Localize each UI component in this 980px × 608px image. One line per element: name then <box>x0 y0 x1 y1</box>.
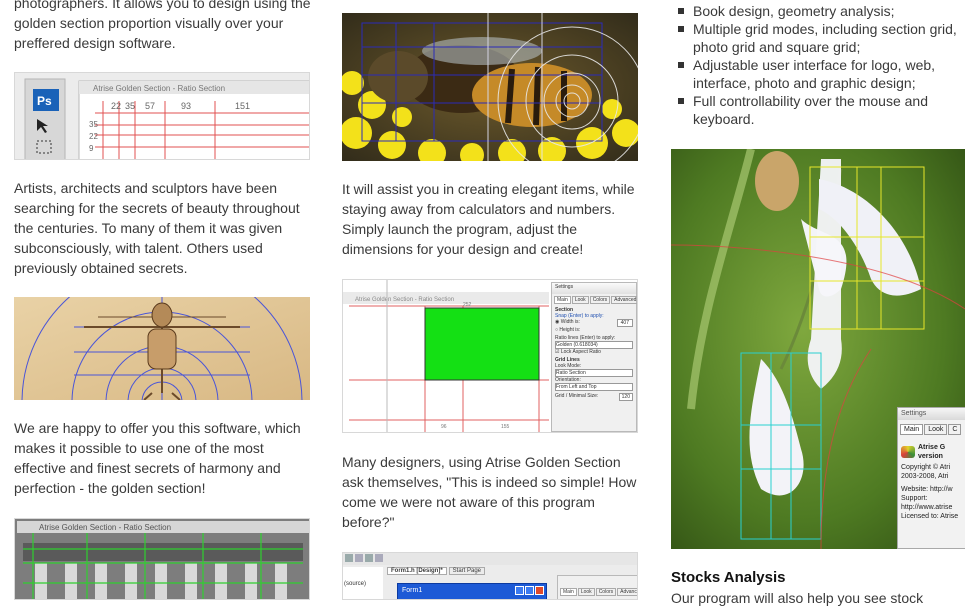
support-url[interactable]: http://www.atrise <box>901 503 963 512</box>
close-icon[interactable] <box>535 586 544 595</box>
ruler-tick: 151 <box>235 101 250 111</box>
bee-image <box>342 13 638 161</box>
toolbar-icon[interactable] <box>355 554 363 562</box>
feature-item: Book design, geometry analysis; <box>677 2 967 20</box>
about-settings-title: Settings <box>898 408 965 420</box>
toolbar-icon[interactable] <box>345 554 353 562</box>
tab-start-page[interactable]: Start Page <box>448 567 486 575</box>
temple-screenshot: Atrise Golden Section - Ratio Section <box>14 518 310 600</box>
height-radio[interactable]: ○ Height is: <box>555 327 633 333</box>
support-label: Support: <box>901 495 928 502</box>
tab-main[interactable]: Main <box>560 588 577 596</box>
stocks-paragraph: Our program will also help you see stock <box>671 590 924 606</box>
ps-label: Ps <box>37 94 52 108</box>
minimize-icon[interactable] <box>515 586 524 595</box>
look-mode-select[interactable]: Ratio Section <box>555 369 633 377</box>
width-input[interactable]: 407 <box>616 319 633 327</box>
side-tick: 22 <box>89 132 98 141</box>
orientation-select[interactable]: From Left and Top <box>555 383 633 391</box>
product-name: Atrise G <box>918 444 946 451</box>
photoshop-screenshot-art: Ps Atrise Golden Section - Ratio Section… <box>15 73 309 159</box>
tab-look[interactable]: Look <box>571 296 589 304</box>
bee-art <box>342 13 638 161</box>
ruler-bottom-label: 96 <box>441 424 447 430</box>
assist-paragraph: It will assist you in creating elegant i… <box>342 181 635 257</box>
ruler-tick: 93 <box>181 101 191 111</box>
copyright-line: Copyright © Atri <box>901 464 951 471</box>
solution-panel: (source) <box>343 567 383 599</box>
tab-look[interactable]: Look <box>924 424 948 435</box>
copyright-line: 2003-2008, Atri <box>901 473 949 480</box>
settings-tabs: Main Look Colors Advanced <box>554 296 637 304</box>
tab-advanced[interactable]: Advanced <box>611 296 637 304</box>
vitruvian-image <box>14 297 310 400</box>
form-window: Form1 <box>397 583 547 599</box>
side-tick: 9 <box>89 144 94 153</box>
designers-paragraph: Many designers, using Atrise Golden Sect… <box>342 454 637 530</box>
feature-list: Book design, geometry analysis; Multiple… <box>677 2 967 128</box>
ratio-window-title: Atrise Golden Section - Ratio Section <box>93 84 225 93</box>
feature-item: Full controllability over the mouse and … <box>677 92 967 128</box>
grid-size-input[interactable]: 120 <box>618 393 633 401</box>
ruler-tick: 35 <box>125 101 135 111</box>
grid-size-label: Grid / Minimal Size: <box>555 393 599 399</box>
ratio-select[interactable]: Golden (0.618034) <box>555 341 633 349</box>
ruler-bottom-label: 155 <box>501 424 510 430</box>
tab-colors[interactable]: Colors <box>589 296 611 304</box>
temple-window-title: Atrise Golden Section - Ratio Section <box>39 523 171 532</box>
form-title: Form1 <box>402 587 423 594</box>
about-settings-panel: Settings Main Look C Atrise G version Co… <box>897 407 965 549</box>
ratio-settings-screenshot: Atrise Golden Section - Ratio Section 25… <box>342 279 638 433</box>
ruler-tick: 22 <box>111 101 121 111</box>
window-controls <box>515 586 544 595</box>
atrise-logo-icon <box>901 446 915 458</box>
settings-title: Settings <box>552 283 636 294</box>
intro-paragraph: photographers. It allows you to design u… <box>14 0 311 51</box>
green-selection-rect <box>424 307 540 381</box>
settings-panel: Settings Main Look Colors Advanced Secti… <box>551 282 637 432</box>
tab-main[interactable]: Main <box>900 424 924 435</box>
toolbar-icon[interactable] <box>375 554 383 562</box>
tab-form-design[interactable]: Form1.h [Design]* <box>387 567 447 575</box>
maximize-icon[interactable] <box>525 586 534 595</box>
ruler-tick: 57 <box>145 101 155 111</box>
flower-image: Settings Main Look C Atrise G version Co… <box>671 149 965 549</box>
photoshop-screenshot: Ps Atrise Golden Section - Ratio Section… <box>14 72 310 160</box>
designer-toolbar <box>343 553 637 565</box>
product-version: version <box>918 453 943 460</box>
stocks-heading: Stocks Analysis <box>671 569 786 586</box>
side-tick: 35 <box>89 120 98 129</box>
artists-paragraph: Artists, architects and sculptors have b… <box>14 180 300 276</box>
canvas-window-title: Atrise Golden Section - Ratio Section <box>355 297 454 303</box>
tab-colors[interactable]: C <box>948 424 962 435</box>
tab-colors[interactable]: Colors <box>595 588 617 596</box>
tab-main[interactable]: Main <box>554 296 571 304</box>
width-radio[interactable]: ◉ Width is: <box>555 319 580 327</box>
feature-item: Adjustable user interface for logo, web,… <box>677 56 967 92</box>
offer-paragraph: We are happy to offer you this software,… <box>14 420 301 496</box>
toolbar-icon[interactable] <box>365 554 373 562</box>
designer-screenshot: (source) Form1.h [Design]* Start Page Fo… <box>342 552 638 600</box>
about-settings-tabs: Main Look C <box>900 424 964 435</box>
designer-tabs: Form1.h [Design]* Start Page <box>387 567 486 575</box>
licensed-line: Licensed to: Atrise <box>901 513 959 520</box>
lock-aspect-checkbox[interactable]: ☑ Lock Aspect Ratio <box>555 349 633 355</box>
mini-settings-panel: Main Look Colors Advanced <box>557 575 637 599</box>
ruler-top-label: 252 <box>463 302 472 308</box>
tab-advanced[interactable]: Advanced <box>617 588 637 596</box>
feature-item: Multiple grid modes, including section g… <box>677 20 967 56</box>
tab-look[interactable]: Look <box>577 588 595 596</box>
temple-art: Atrise Golden Section - Ratio Section <box>15 519 309 599</box>
website-line[interactable]: Website: http://w <box>901 485 963 494</box>
vitruvian-art <box>14 297 310 400</box>
